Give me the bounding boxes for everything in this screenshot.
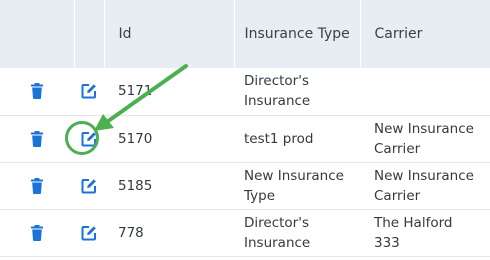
delete-cell	[0, 162, 74, 209]
edit-icon[interactable]	[80, 130, 98, 148]
insurance-type-line: Insurance	[244, 93, 311, 110]
insurance-type-cell: Director's Insurance	[234, 68, 360, 115]
edit-cell	[74, 115, 104, 162]
carrier-cell: The Halford 333	[360, 209, 490, 256]
trash-icon[interactable]	[28, 130, 46, 148]
insurance-type-cell: test1 prod	[234, 115, 360, 162]
table-row: 5185 New Insurance Type New Insurance Carr…	[0, 162, 490, 209]
carrier-line: Carrier	[374, 140, 421, 157]
carrier-line: 333	[374, 234, 400, 251]
insurance-table: Id Insurance Type Carrier 5171 Director'…	[0, 0, 490, 257]
header-carrier[interactable]: Carrier	[360, 0, 490, 68]
insurance-type-line: Director's	[244, 214, 309, 231]
insurance-type-cell: New Insurance Type	[234, 162, 360, 209]
carrier-cell	[360, 68, 490, 115]
table-header: Id Insurance Type Carrier	[0, 0, 490, 68]
id-cell: 5171	[118, 83, 153, 100]
insurance-type-line: Director's	[244, 73, 309, 90]
insurance-type-cell: Director's Insurance	[234, 209, 360, 256]
delete-cell	[0, 209, 74, 256]
header-delete-col	[0, 0, 75, 68]
insurance-type-line: New Insurance	[244, 167, 344, 184]
carrier-cell: New Insurance Carrier	[360, 115, 490, 162]
carrier-line: New Insurance	[374, 167, 474, 184]
header-row: Id Insurance Type Carrier	[0, 0, 490, 68]
edit-icon[interactable]	[80, 224, 98, 242]
header-insurance-type[interactable]: Insurance Type	[234, 0, 361, 68]
carrier-line: New Insurance	[374, 120, 474, 137]
header-id[interactable]: Id	[104, 0, 235, 68]
edit-cell	[74, 68, 104, 115]
table-row: 778 Director's Insurance The Halford 333	[0, 209, 490, 256]
trash-icon[interactable]	[28, 224, 46, 242]
insurance-type-line: test1 prod	[244, 130, 314, 147]
id-cell: 5185	[118, 177, 153, 194]
header-edit-col	[74, 0, 105, 68]
carrier-line: The Halford	[374, 214, 453, 231]
carrier-cell: New Insurance Carrier	[360, 162, 490, 209]
insurance-type-line: Insurance	[244, 234, 311, 251]
carrier-line: Carrier	[374, 187, 421, 204]
table-row: 5170 test1 prod New Insurance Carrier	[0, 115, 490, 162]
id-cell: 5170	[118, 130, 153, 147]
delete-cell	[0, 68, 74, 115]
edit-cell	[74, 162, 104, 209]
insurance-type-line: Type	[244, 187, 276, 204]
id-cell: 778	[118, 224, 144, 241]
edit-icon[interactable]	[80, 177, 98, 195]
trash-icon[interactable]	[28, 82, 46, 100]
delete-cell	[0, 115, 74, 162]
edit-cell	[74, 209, 104, 256]
table-row: 5171 Director's Insurance	[0, 68, 490, 115]
trash-icon[interactable]	[28, 177, 46, 195]
edit-icon[interactable]	[80, 82, 98, 100]
